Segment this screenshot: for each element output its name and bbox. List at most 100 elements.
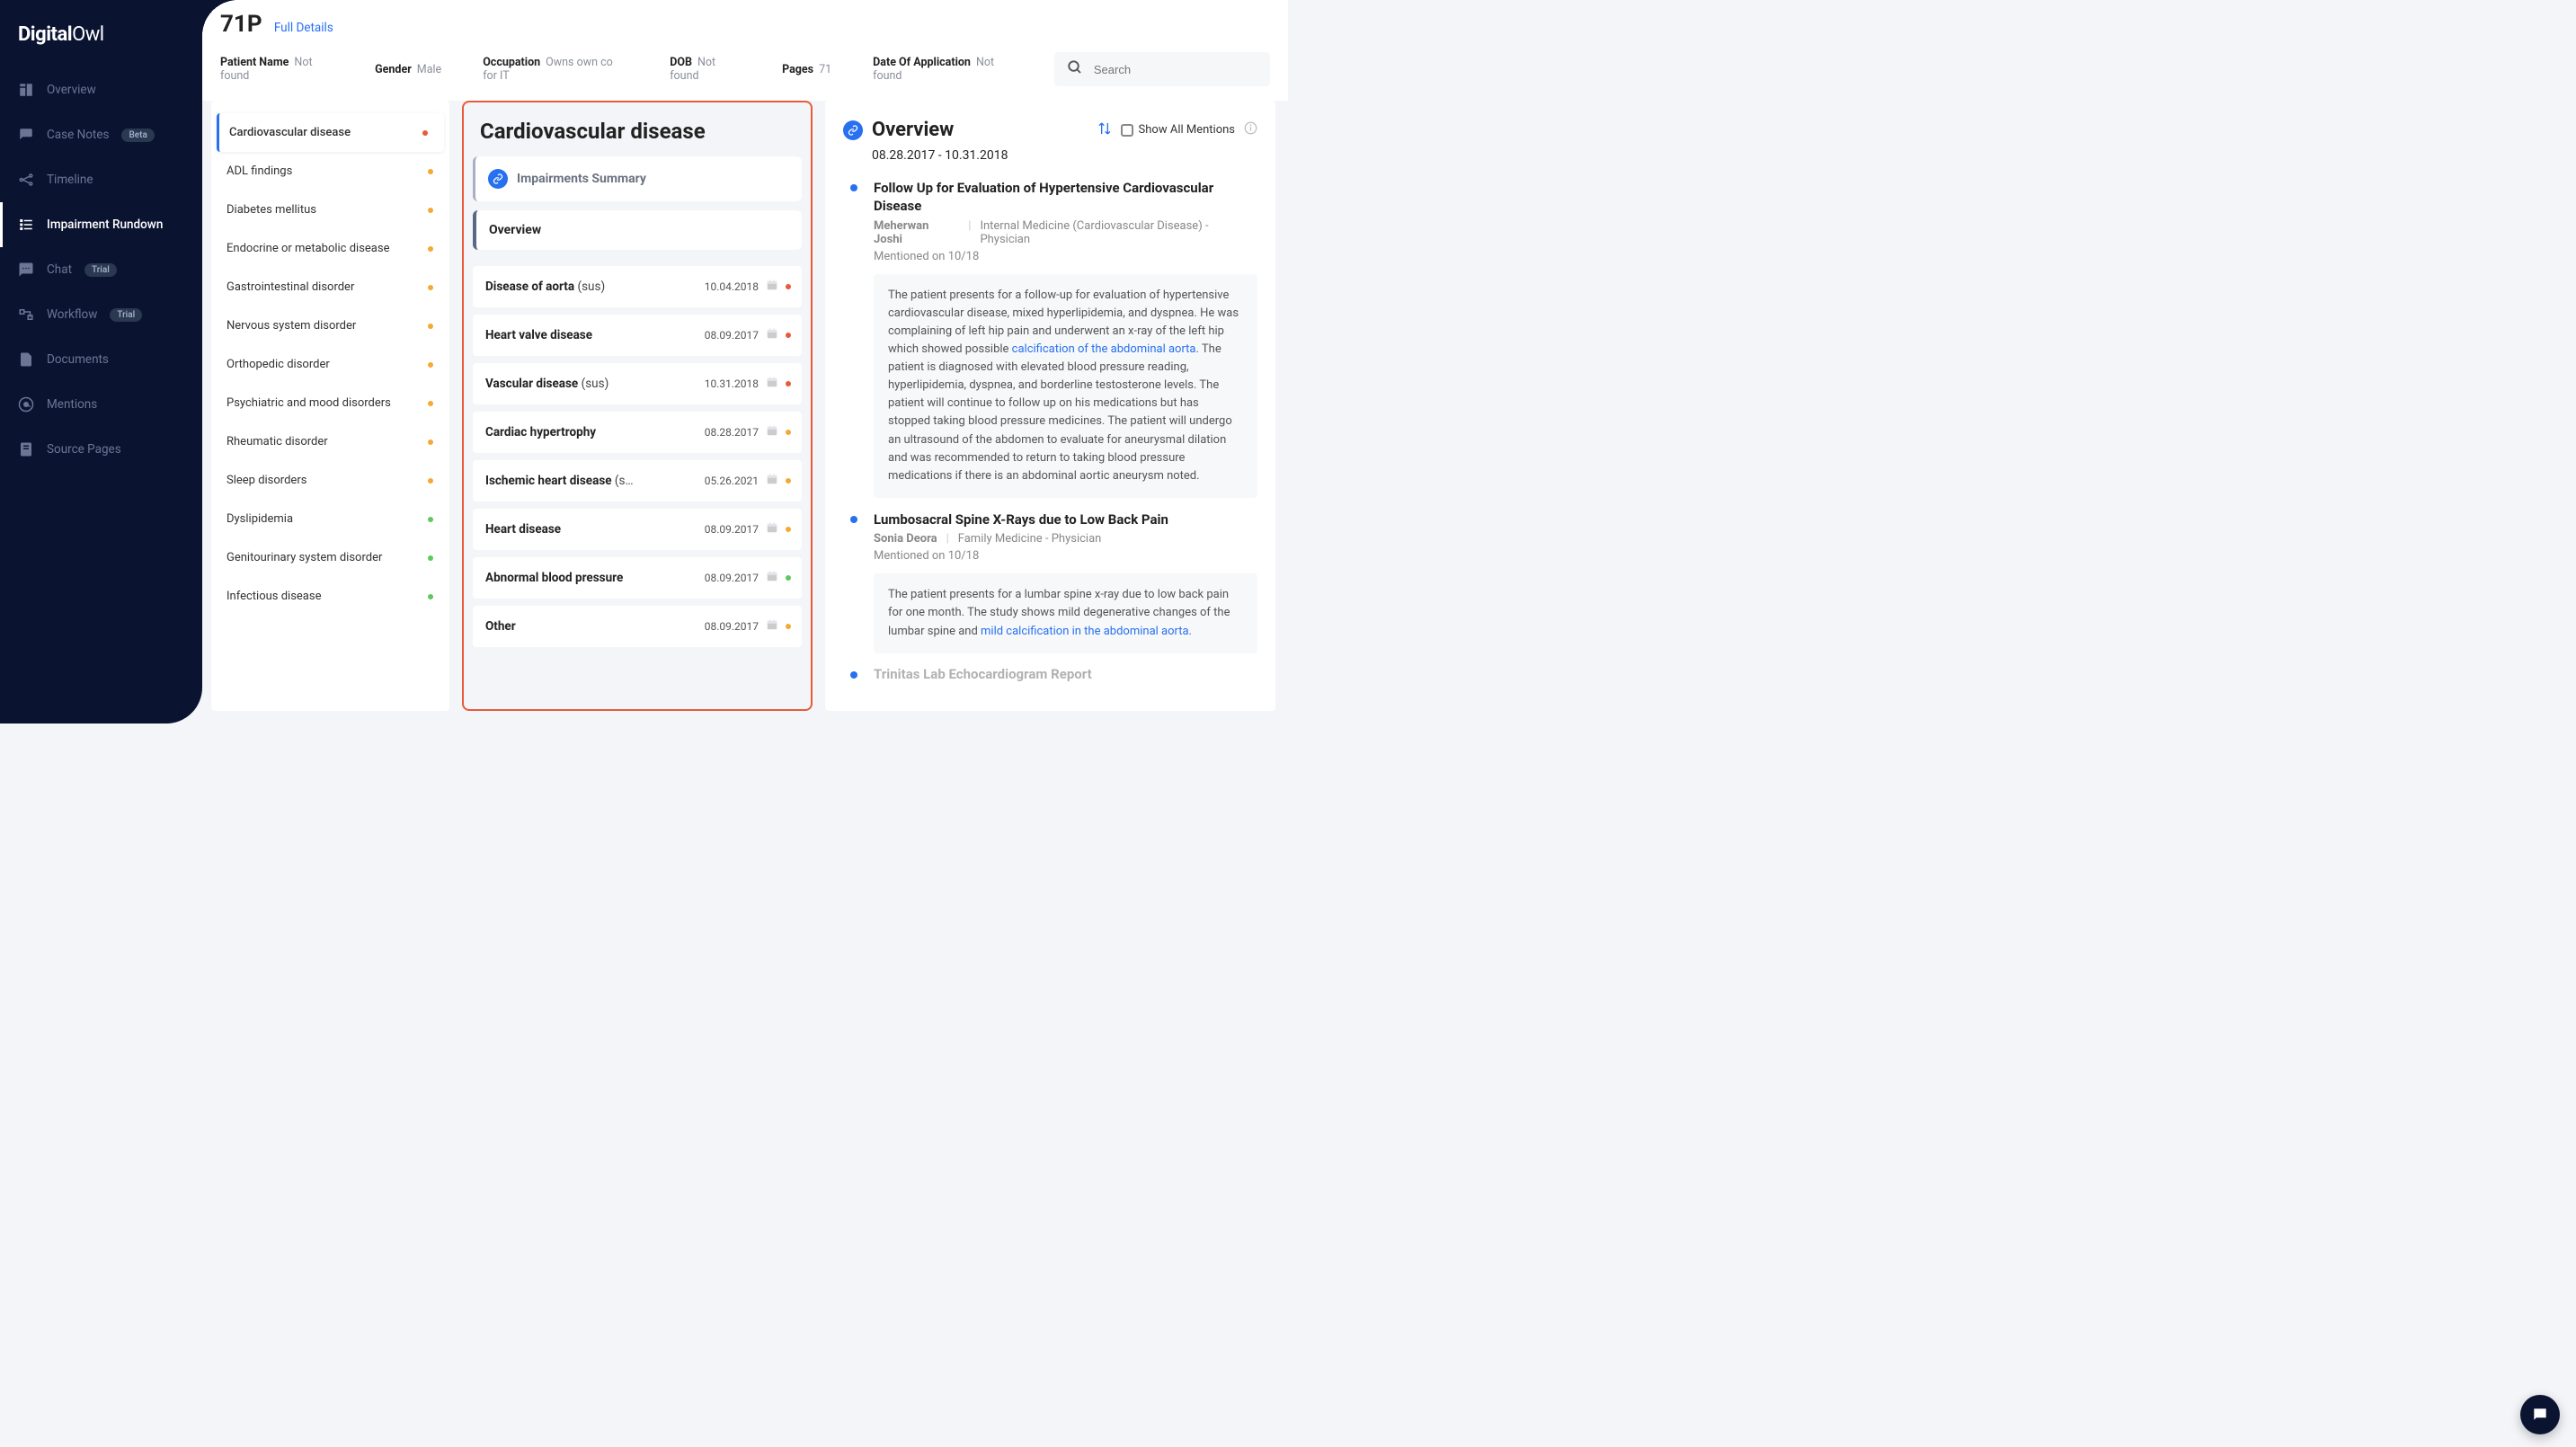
event-link[interactable]: calcification of the abdominal aorta — [1012, 342, 1196, 356]
detail-panel: Overview Show All Mentions — [825, 101, 1275, 711]
entity-name: Vascular disease (sus) — [485, 377, 697, 391]
search-input[interactable] — [1094, 63, 1257, 76]
chat-fab[interactable] — [2520, 1395, 2560, 1434]
nav-label: Documents — [47, 352, 109, 367]
nav-label: Chat — [47, 262, 72, 277]
category-item[interactable]: Rheumatic disorder — [211, 422, 449, 461]
nav-item-source-pages[interactable]: Source Pages — [0, 427, 202, 472]
category-name: Rheumatic disorder — [227, 435, 328, 448]
entity-item[interactable]: Cardiac hypertrophy08.28.2017 — [473, 412, 802, 453]
status-dot — [786, 478, 791, 484]
summary-label: Impairments Summary — [517, 172, 646, 186]
nav-list: Overview Case Notes Beta TimelineImpairment… — [0, 67, 202, 724]
nav-icon — [18, 351, 34, 368]
event-text: The patient presents for a lumbar spine … — [874, 573, 1257, 652]
full-details-link[interactable]: Full Details — [274, 21, 333, 35]
entity-name: Other — [485, 619, 697, 634]
event-role: Family Medicine - Physician — [958, 532, 1102, 546]
detail-header: Overview Show All Mentions — [843, 119, 1257, 141]
category-item[interactable]: Endocrine or metabolic disease — [211, 229, 449, 268]
entity-name: Disease of aorta (sus) — [485, 280, 697, 294]
event-body: Follow Up for Evaluation of Hypertensive… — [874, 179, 1257, 498]
show-all-mentions-toggle[interactable]: Show All Mentions — [1121, 123, 1235, 137]
nav-icon — [18, 262, 34, 278]
info-icon[interactable] — [1244, 121, 1257, 138]
category-name: Sleep disorders — [227, 474, 306, 487]
meta-label: Pages — [782, 63, 813, 76]
status-dot — [428, 517, 433, 522]
link-icon — [843, 120, 863, 140]
status-dot — [428, 208, 433, 213]
meta-row: Patient NameNot foundGenderMaleOccupatio… — [202, 43, 1288, 101]
meta-item: Pages 71 — [782, 63, 831, 76]
nav-item-documents[interactable]: Documents — [0, 337, 202, 382]
status-dot — [786, 430, 791, 435]
nav-item-workflow[interactable]: WorkflowTrial — [0, 292, 202, 337]
nav-item-case-notes[interactable]: Case Notes Beta — [0, 112, 202, 157]
meta-label: Patient Name — [220, 56, 289, 69]
status-dot — [428, 478, 433, 484]
nav-label: Case Notes — [47, 128, 109, 142]
entity-date: 08.28.2017 — [705, 426, 759, 439]
event-role: Internal Medicine (Cardiovascular Diseas… — [980, 219, 1257, 246]
category-item[interactable]: Diabetes mellitus — [211, 191, 449, 229]
nav-icon — [18, 217, 34, 233]
category-name: Dyslipidemia — [227, 512, 293, 526]
meta-label: Occupation — [483, 56, 540, 69]
meta-item: Date Of ApplicationNot found — [873, 56, 1013, 83]
category-item[interactable]: Genitourinary system disorder — [211, 538, 449, 577]
entity-item[interactable]: Other08.09.2017 — [473, 606, 802, 647]
event-mentioned: Mentioned on 10/18 — [874, 549, 1257, 563]
category-item[interactable]: Psychiatric and mood disorders — [211, 384, 449, 422]
entity-item[interactable]: Disease of aorta (sus) 10.04.2018 — [473, 266, 802, 307]
calendar-icon — [766, 279, 778, 295]
category-name: Orthopedic disorder — [227, 358, 330, 371]
status-dot — [786, 527, 791, 532]
entity-date: 08.09.2017 — [705, 572, 759, 584]
category-item[interactable]: Infectious disease — [211, 577, 449, 616]
event-dot — [850, 516, 857, 523]
sort-icon[interactable] — [1097, 121, 1112, 139]
entity-item[interactable]: Heart valve disease08.09.2017 — [473, 315, 802, 356]
event-link[interactable]: mild calcification in the abdominal aort… — [981, 625, 1192, 638]
entity-date: 10.04.2018 — [705, 280, 759, 293]
entity-item[interactable]: Vascular disease (sus)10.31.2018 — [473, 363, 802, 404]
category-name: ADL findings — [227, 164, 292, 178]
event-dot — [850, 184, 857, 191]
status-dot — [428, 324, 433, 329]
search-box[interactable] — [1054, 52, 1270, 86]
panel-title: Cardiovascular disease — [473, 110, 802, 156]
overview-card[interactable]: Overview — [473, 210, 802, 250]
nav-badge: Beta — [121, 129, 154, 142]
category-item[interactable]: Dyslipidemia — [211, 500, 449, 538]
brand-logo: DigitalOwl — [0, 11, 202, 67]
entity-name: Abnormal blood pressure — [485, 571, 697, 585]
meta-item: DOBNot found — [670, 56, 741, 83]
entity-item[interactable]: Abnormal blood pressure 08.09.2017 — [473, 557, 802, 599]
nav-item-impairment-rundown[interactable]: Impairment Rundown — [0, 202, 202, 247]
category-item[interactable]: Nervous system disorder — [211, 306, 449, 345]
calendar-icon — [766, 618, 778, 635]
impairments-summary-card[interactable]: Impairments Summary — [473, 156, 802, 201]
entity-item[interactable]: Heart disease08.09.2017 — [473, 509, 802, 550]
category-item[interactable]: Orthopedic disorder — [211, 345, 449, 384]
meta-value: 71 — [819, 63, 831, 76]
category-item[interactable]: Gastrointestinal disorder — [211, 268, 449, 306]
category-item[interactable]: ADL findings — [211, 152, 449, 191]
nav-item-chat[interactable]: ChatTrial — [0, 247, 202, 292]
nav-item-timeline[interactable]: Timeline — [0, 157, 202, 202]
status-dot — [428, 169, 433, 174]
nav-item-overview[interactable]: Overview — [0, 67, 202, 112]
status-dot — [786, 624, 791, 629]
entity-item[interactable]: Ischemic heart disease (s…05.26.2021 — [473, 460, 802, 502]
timeline-event: Lumbosacral Spine X-Rays due to Low Back… — [850, 510, 1257, 653]
status-dot — [786, 284, 791, 289]
meta-item: GenderMale — [375, 63, 441, 76]
checkbox-icon — [1121, 124, 1133, 137]
nav-item-mentions[interactable]: Mentions — [0, 382, 202, 427]
sidebar: DigitalOwl Overview Case Notes Beta Timelin… — [0, 0, 202, 724]
search-icon — [1067, 59, 1083, 79]
category-item[interactable]: Sleep disorders — [211, 461, 449, 500]
category-name: Cardiovascular disease — [229, 126, 351, 139]
category-item[interactable]: Cardiovascular disease — [217, 113, 444, 152]
